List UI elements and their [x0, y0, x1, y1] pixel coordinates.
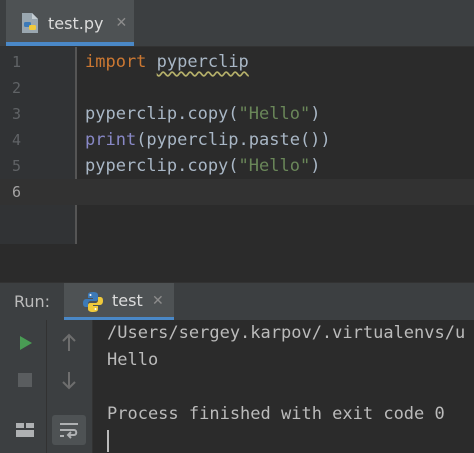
line-number: 4 [12, 131, 22, 149]
code-text: print(pyperclip.paste()) [85, 127, 331, 153]
line-number: 2 [12, 79, 22, 97]
console-caret [107, 430, 109, 452]
code-line[interactable]: 2 [0, 75, 474, 101]
console-line: Process finished with exit code 0 [107, 404, 445, 424]
toolbar-divider [46, 320, 47, 453]
editor-tab-label: test.py [48, 13, 104, 33]
code-text: import pyperclip [85, 49, 249, 75]
code-token: pyperclip.copy( [85, 104, 239, 124]
editor-tab-test-py[interactable]: test.py ✕ [6, 0, 134, 46]
stop-button[interactable] [8, 365, 42, 395]
run-tool-window: /Users/sergey.karpov/.virtualenvs/u Hell… [0, 320, 474, 453]
restore-layout-button[interactable] [8, 415, 42, 445]
line-number: 1 [12, 53, 22, 71]
code-token: "Hello" [238, 104, 311, 124]
line-number: 5 [12, 157, 22, 175]
scroll-down-button[interactable] [52, 365, 86, 395]
soft-wrap-button[interactable] [52, 415, 86, 445]
code-line[interactable]: 4 print(pyperclip.paste()) [0, 127, 474, 153]
line-number: 3 [12, 105, 22, 123]
close-tab-icon[interactable]: ✕ [115, 15, 127, 31]
code-token: ) [310, 156, 321, 176]
run-tab-test[interactable]: test ✕ [64, 283, 174, 321]
code-line[interactable]: 3 pyperclip.copy("Hello") [0, 101, 474, 127]
close-run-tab-icon[interactable]: ✕ [152, 293, 164, 309]
arrow-up-icon [62, 333, 76, 351]
rerun-button[interactable] [8, 328, 42, 358]
stop-icon [18, 373, 32, 387]
console-output[interactable]: /Users/sergey.karpov/.virtualenvs/u Hell… [92, 320, 474, 453]
code-token: ) [310, 104, 321, 124]
run-tab-label: test [112, 291, 143, 310]
soft-wrap-icon [60, 423, 78, 439]
console-line: Hello [107, 350, 159, 370]
layout-icon [16, 423, 34, 437]
code-line[interactable]: 5 pyperclip.copy("Hello") [0, 153, 474, 179]
code-line[interactable]: 6 [0, 179, 474, 205]
code-token: "Hello" [238, 156, 311, 176]
code-token: (pyperclip.paste()) [136, 130, 331, 150]
line-number: 6 [12, 183, 22, 201]
console-line: /Users/sergey.karpov/.virtualenvs/u [107, 323, 466, 343]
code-line[interactable]: 1 import pyperclip [0, 49, 474, 75]
code-editor[interactable]: 1 import pyperclip 2 3 pyperclip.copy("Hello… [0, 47, 474, 244]
code-token: pyperclip [156, 52, 249, 72]
python-file-icon [22, 13, 38, 33]
run-tool-window-header: Run: test ✕ [0, 282, 474, 321]
run-toolbar [0, 320, 92, 453]
arrow-down-icon [62, 372, 76, 390]
code-text: pyperclip.copy("Hello") [85, 153, 320, 179]
play-icon [20, 336, 32, 350]
editor-empty-area [0, 244, 474, 282]
active-tab-indicator [6, 42, 134, 46]
code-token: pyperclip.copy( [85, 156, 239, 176]
editor-tab-bar: test.py ✕ [0, 0, 474, 47]
run-title: Run: [14, 292, 51, 311]
code-text: pyperclip.copy("Hello") [85, 101, 320, 127]
scroll-up-button[interactable] [52, 328, 86, 358]
code-token: import [85, 52, 147, 72]
python-icon [83, 292, 103, 312]
code-token: print [85, 130, 137, 150]
